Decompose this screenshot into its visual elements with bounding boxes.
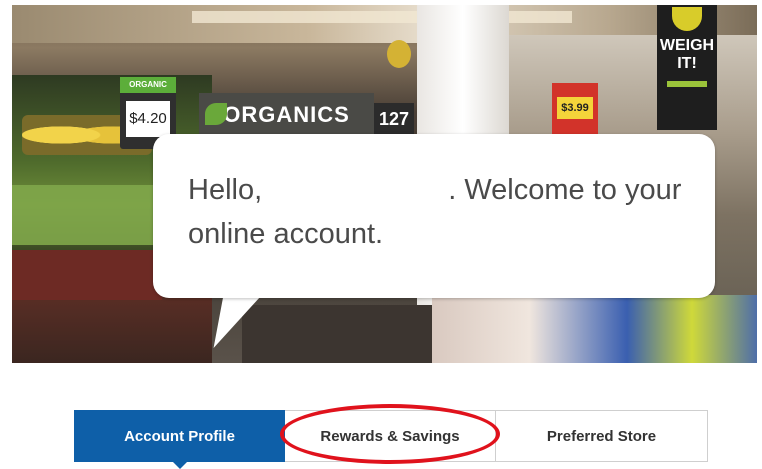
weigh-line-2: IT! (677, 55, 697, 72)
leaf-icon (205, 103, 227, 125)
organics-sign-text: ORGANICS (223, 102, 350, 127)
red-produce-display (12, 250, 162, 300)
checkout-counter (242, 305, 432, 363)
account-tabs: Account Profile Rewards & Savings Prefer… (74, 410, 708, 469)
balloon (387, 40, 411, 68)
greeting-message: . Welcome to your online account. (188, 174, 682, 250)
welcome-message: Hello, . Welcome to your online account. (188, 168, 688, 256)
sale-sign-price: $3.99 (557, 97, 593, 119)
weigh-bar (667, 81, 707, 87)
tab-rewards-savings[interactable]: Rewards & Savings (285, 410, 496, 462)
weigh-line-1: WEIGH (659, 37, 715, 54)
organics-sign: ORGANICS (199, 93, 374, 137)
aisle-number-sign: 127 (374, 103, 414, 135)
price-tag: $4.20 (126, 101, 170, 137)
weigh-badge-icon (672, 7, 702, 31)
weigh-it-sign: WEIGH IT! (657, 5, 717, 130)
tab-account-profile[interactable]: Account Profile (74, 410, 285, 469)
ceiling-light (192, 11, 572, 23)
greeting-hello: Hello, (188, 174, 263, 206)
welcome-speech-bubble: Hello, . Welcome to your online account. (153, 134, 715, 298)
tab-preferred-store[interactable]: Preferred Store (496, 410, 708, 462)
packaged-goods-display (432, 295, 757, 363)
organic-tag: ORGANIC (120, 77, 176, 93)
